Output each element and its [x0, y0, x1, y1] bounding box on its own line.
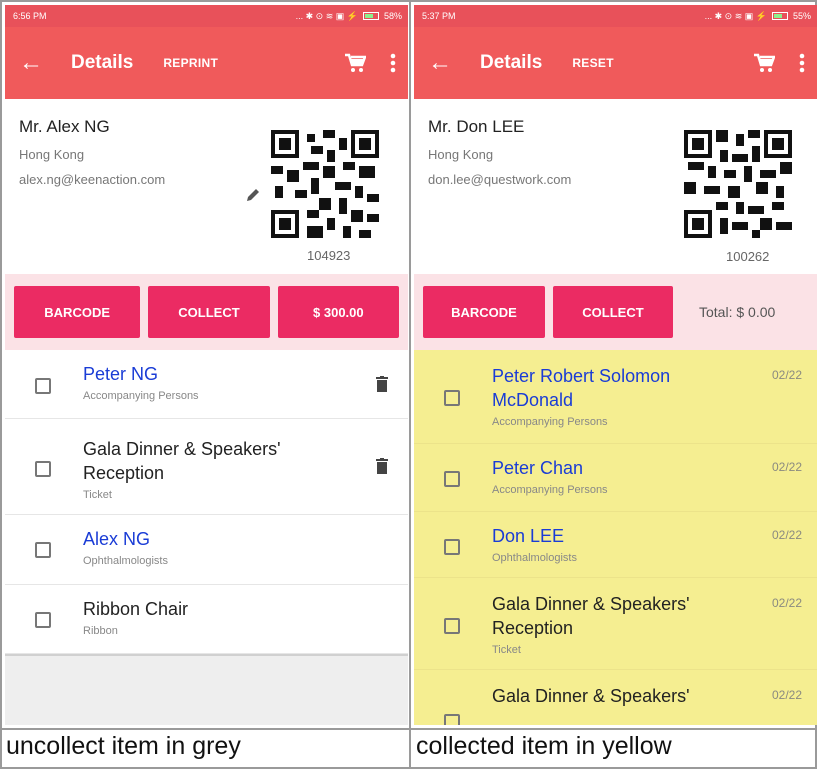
checkbox-icon[interactable]: [444, 714, 460, 725]
item-title: Don LEE: [492, 526, 565, 546]
status-icons: ... ✱ ⊙ ≋ ▣ ⚡ 55%: [705, 11, 811, 22]
status-bar: 5:37 PM ... ✱ ⊙ ≋ ▣ ⚡ 55%: [414, 5, 817, 27]
item-subtitle: Ophthalmologists: [492, 552, 577, 564]
list-item-text: Ribbon Chair Ribbon: [83, 597, 188, 637]
item-subtitle: Accompanying Persons: [492, 416, 608, 428]
checkbox-icon[interactable]: [444, 618, 460, 634]
list-item[interactable]: Peter NG Accompanying Persons: [5, 350, 408, 419]
trash-icon[interactable]: [376, 458, 388, 479]
item-subtitle: Ophthalmologists: [83, 555, 168, 567]
trash-icon[interactable]: [376, 376, 388, 397]
list-item[interactable]: Peter Chan Accompanying Persons 02/22: [414, 444, 817, 512]
phone-screenshot-uncollected: 6:56 PM ... ✱ ⊙ ≋ ▣ ⚡ 58% ← Details REPR…: [5, 5, 408, 725]
back-arrow-icon[interactable]: ←: [428, 51, 468, 75]
empty-list-area: [5, 654, 408, 725]
phone-screenshot-collected: 5:37 PM ... ✱ ⊙ ≋ ▣ ⚡ 55% ← Details RESE…: [414, 5, 817, 725]
collect-button[interactable]: COLLECT: [148, 286, 270, 338]
battery-icon: [362, 12, 379, 20]
attendee-code: 100262: [726, 249, 770, 264]
more-vert-icon[interactable]: [799, 53, 805, 73]
reset-button[interactable]: RESET: [572, 56, 614, 70]
qr-code: [684, 130, 792, 238]
page-title: Details: [480, 52, 543, 73]
status-icons: ... ✱ ⊙ ≋ ▣ ⚡ 58%: [296, 11, 402, 22]
item-title: Ribbon Chair: [83, 599, 189, 619]
reprint-button[interactable]: REPRINT: [163, 56, 218, 70]
list-item-text: Gala Dinner & Speakers' Reception Ticket: [492, 592, 742, 656]
battery-icon: [771, 12, 788, 20]
list-item[interactable]: Gala Dinner & Speakers' 02/22: [414, 670, 817, 725]
item-title: Gala Dinner & Speakers': [492, 686, 690, 706]
item-title: Peter NG: [83, 364, 159, 384]
checkbox-icon[interactable]: [444, 471, 460, 487]
item-title: Gala Dinner & Speakers' Reception: [83, 439, 281, 483]
item-subtitle: Ticket: [492, 644, 521, 656]
status-bar: 6:56 PM ... ✱ ⊙ ≋ ▣ ⚡ 58%: [5, 5, 408, 27]
list-item-text: Gala Dinner & Speakers' Reception Ticket: [83, 437, 343, 501]
checkbox-icon[interactable]: [35, 612, 51, 628]
status-icon-glyphs: ... ✱ ⊙ ≋ ▣ ⚡: [295, 10, 358, 21]
checkbox-icon[interactable]: [35, 461, 51, 477]
action-button-bar: BARCODE COLLECT Total: $ 0.00: [414, 274, 817, 350]
list-item-text: Gala Dinner & Speakers': [492, 684, 742, 708]
list-item[interactable]: Ribbon Chair Ribbon: [5, 585, 408, 654]
battery-level: 58%: [383, 11, 402, 21]
total-amount: Total: $ 0.00: [699, 304, 776, 320]
qr-code: [271, 130, 379, 238]
barcode-button[interactable]: BARCODE: [14, 286, 141, 338]
checkbox-icon[interactable]: [444, 539, 460, 555]
page-title: Details: [71, 52, 134, 73]
amount-button[interactable]: $ 300.00: [277, 286, 399, 338]
list-item[interactable]: Peter Robert Solomon McDonald Accompanyi…: [414, 350, 817, 444]
app-bar: ← Details REPRINT: [5, 27, 408, 99]
item-subtitle: Accompanying Persons: [83, 390, 199, 402]
list-item-text: Alex NG Ophthalmologists: [83, 527, 168, 567]
back-arrow-icon[interactable]: ←: [19, 51, 59, 75]
app-bar: ← Details RESET: [414, 27, 817, 99]
item-title: Alex NG: [83, 529, 151, 549]
more-vert-icon[interactable]: [390, 53, 396, 73]
list-item[interactable]: Gala Dinner & Speakers' Reception Ticket: [5, 419, 408, 515]
list-item[interactable]: Alex NG Ophthalmologists: [5, 515, 408, 585]
item-date: 02/22: [771, 688, 802, 702]
table-border-left: [0, 0, 2, 769]
list-item-text: Don LEE Ophthalmologists: [492, 524, 577, 564]
table-border-center: [409, 0, 411, 769]
item-date: 02/22: [771, 368, 802, 382]
status-icon-glyphs: ... ✱ ⊙ ≋ ▣ ⚡: [704, 10, 767, 21]
profile-card: Mr. Alex NG Hong Kong alex.ng@keenaction…: [5, 99, 408, 274]
caption-left: uncollect item in grey: [6, 732, 241, 760]
item-list: Peter NG Accompanying Persons Gala Dinne…: [5, 350, 408, 654]
item-subtitle: Ticket: [83, 489, 112, 501]
caption-right: collected item in yellow: [416, 732, 672, 760]
action-button-bar: BARCODE COLLECT $ 300.00: [5, 274, 408, 350]
item-subtitle: Accompanying Persons: [492, 484, 608, 496]
item-date: 02/22: [771, 528, 802, 542]
item-list: Peter Robert Solomon McDonald Accompanyi…: [414, 350, 817, 725]
battery-level: 55%: [792, 11, 811, 21]
checkbox-icon[interactable]: [444, 390, 460, 406]
checkbox-icon[interactable]: [35, 378, 51, 394]
cart-icon[interactable]: [753, 53, 775, 73]
list-item-text: Peter NG Accompanying Persons: [83, 362, 199, 402]
item-date: 02/22: [771, 596, 802, 610]
list-item-text: Peter Robert Solomon McDonald Accompanyi…: [492, 364, 722, 428]
status-time: 6:56 PM: [13, 11, 47, 21]
item-subtitle: Ribbon: [83, 625, 118, 637]
status-time: 5:37 PM: [422, 11, 456, 21]
item-title: Peter Robert Solomon McDonald: [492, 366, 671, 410]
edit-pencil-icon[interactable]: [245, 187, 261, 208]
item-date: 02/22: [771, 460, 802, 474]
list-item-text: Peter Chan Accompanying Persons: [492, 456, 608, 496]
item-title: Peter Chan: [492, 458, 584, 478]
checkbox-icon[interactable]: [35, 542, 51, 558]
profile-card: Mr. Don LEE Hong Kong don.lee@questwork.…: [414, 99, 817, 274]
barcode-button[interactable]: BARCODE: [423, 286, 545, 338]
collect-button[interactable]: COLLECT: [553, 286, 673, 338]
list-item[interactable]: Don LEE Ophthalmologists 02/22: [414, 512, 817, 578]
cart-icon[interactable]: [344, 53, 366, 73]
attendee-code: 104923: [307, 248, 351, 263]
item-title: Gala Dinner & Speakers' Reception: [492, 594, 690, 638]
list-item[interactable]: Gala Dinner & Speakers' Reception Ticket…: [414, 578, 817, 670]
